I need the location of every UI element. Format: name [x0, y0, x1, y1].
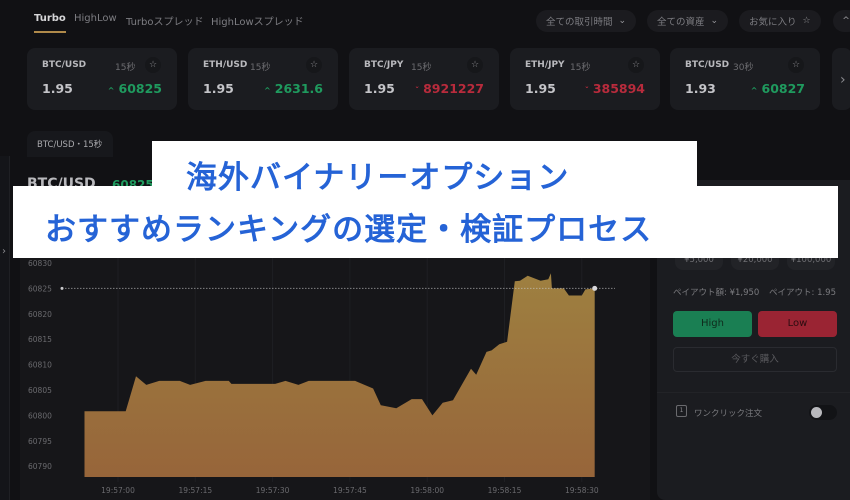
asset-payout: 1.93: [685, 81, 716, 96]
tab-highlow-spread[interactable]: HighLowスプレッド: [211, 13, 304, 28]
asset-price: ^ 2631.6: [264, 81, 323, 96]
chevron-down-icon: ⌄: [618, 16, 627, 26]
chevron-right-icon[interactable]: ›: [840, 72, 846, 88]
plot-area: [20, 258, 650, 500]
assets-label: 全ての資産: [657, 17, 705, 28]
favorites-filter[interactable]: お気に入り ☆: [739, 10, 821, 32]
asset-duration: 15秒: [570, 63, 591, 73]
asset-price: ˇ 8921227: [415, 81, 484, 96]
payout-rate: ペイアウト: 1.95: [769, 288, 836, 298]
favorite-star-icon[interactable]: ☆: [788, 57, 804, 73]
toggle-knob: [811, 407, 822, 418]
arrow-up-icon: ^: [107, 86, 115, 95]
asset-payout: 1.95: [203, 81, 234, 96]
banner-title-line1: 海外バイナリーオプション: [186, 160, 570, 196]
assets-filter[interactable]: 全ての資産 ⌄: [647, 10, 729, 32]
trade-time-filter[interactable]: 全ての取引時間 ⌄: [536, 10, 637, 32]
trade-time-label: 全ての取引時間: [546, 17, 613, 28]
favorites-label: お気に入り: [749, 17, 797, 28]
star-icon: ☆: [802, 16, 811, 26]
asset-card[interactable]: BTC/JPY 15秒 ☆ 1.95 ˇ 8921227: [349, 48, 499, 110]
low-button[interactable]: Low: [758, 311, 837, 337]
asset-duration: 15秒: [411, 63, 432, 73]
asset-price-value: 60825: [118, 81, 163, 96]
asset-duration: 15秒: [250, 63, 271, 73]
asset-duration: 30秒: [733, 63, 754, 73]
asset-card[interactable]: ETH/JPY 15秒 ☆ 1.95 ˇ 385894: [510, 48, 660, 110]
chevron-right-icon[interactable]: ›: [2, 246, 6, 257]
one-click-icon: 1: [676, 405, 687, 417]
banner-title-line2: おすすめランキングの選定・検証プロセス: [45, 212, 653, 248]
favorite-star-icon[interactable]: ☆: [145, 57, 161, 73]
one-click-label: ワンクリック注文: [694, 409, 763, 419]
tab-turbo-spread[interactable]: Turboスプレッド: [126, 13, 204, 28]
favorite-star-icon[interactable]: ☆: [306, 57, 322, 73]
asset-price: ˇ 385894: [585, 81, 645, 96]
asset-payout: 1.95: [42, 81, 73, 96]
high-button[interactable]: High: [673, 311, 752, 337]
asset-price-value: 60827: [761, 81, 806, 96]
asset-duration: 15秒: [115, 63, 136, 73]
left-rail: ›: [0, 156, 10, 500]
asset-payout: 1.95: [525, 81, 556, 96]
chevron-down-icon: ⌄: [710, 16, 719, 26]
one-click-toggle[interactable]: [809, 405, 837, 420]
asset-card[interactable]: BTC/USD 30秒 ☆ 1.93 ^ 60827: [670, 48, 820, 110]
arrow-up-icon: ^: [750, 86, 758, 95]
asset-payout: 1.95: [364, 81, 395, 96]
asset-symbol: ETH/USD: [203, 60, 248, 70]
asset-price-value: 385894: [592, 81, 645, 96]
favorite-star-icon[interactable]: ☆: [467, 57, 483, 73]
asset-card[interactable]: BTC/USD 15秒 ☆ 1.95 ^ 60825: [27, 48, 177, 110]
favorite-star-icon[interactable]: ☆: [628, 57, 644, 73]
asset-price: ^ 60825: [108, 81, 162, 96]
asset-symbol: BTC/USD: [42, 60, 87, 70]
buy-now-button[interactable]: 今すぐ購入: [673, 347, 837, 372]
tab-highlow[interactable]: HighLow: [74, 13, 117, 24]
collapse-button[interactable]: ^: [833, 10, 850, 32]
asset-card[interactable]: ETH/USD 15秒 ☆ 1.95 ^ 2631.6: [188, 48, 338, 110]
payout-amount: ペイアウト額: ¥1,950: [673, 288, 760, 298]
asset-price-value: 2631.6: [274, 81, 323, 96]
asset-symbol: BTC/USD: [685, 60, 730, 70]
chevron-up-icon: ^: [842, 16, 850, 26]
asset-symbol: ETH/JPY: [525, 60, 565, 70]
top-bar: Turbo HighLow Turboスプレッド HighLowスプレッド 全て…: [0, 0, 850, 44]
tab-turbo[interactable]: Turbo: [34, 13, 66, 33]
asset-symbol: BTC/JPY: [364, 60, 404, 70]
chart-tab[interactable]: BTC/USD・15秒: [27, 131, 113, 157]
asset-price: ^ 60827: [751, 81, 805, 96]
asset-price-value: 8921227: [423, 81, 484, 96]
arrow-up-icon: ^: [264, 86, 271, 95]
arrow-down-icon: ˇ: [584, 86, 589, 95]
divider: [657, 392, 850, 393]
arrow-down-icon: ˇ: [415, 86, 420, 95]
